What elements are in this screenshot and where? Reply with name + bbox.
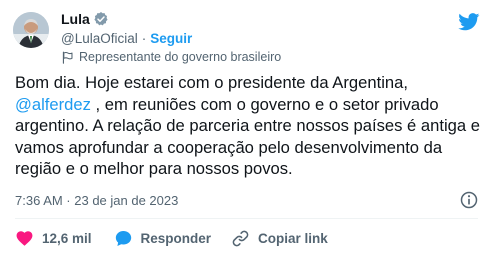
action-bar: 12,6 mil Responder Copiar link (15, 227, 328, 249)
avatar[interactable] (13, 12, 49, 48)
author-handle-row: @LulaOficial · Seguir (61, 29, 192, 47)
reply-button[interactable]: Responder (114, 229, 212, 248)
like-count: 12,6 mil (42, 230, 92, 246)
separator-dot: · (141, 30, 147, 46)
government-label[interactable]: Representante do governo brasileiro (79, 50, 281, 64)
heart-icon (16, 230, 33, 246)
info-icon[interactable] (459, 190, 479, 210)
copy-link-button[interactable]: Copiar link (231, 229, 328, 248)
speech-bubble-icon (115, 230, 131, 246)
tweet-card: Lula @LulaOficial · Seguir Representante… (0, 0, 493, 255)
government-label-row: Representante do governo brasileiro (61, 50, 281, 64)
reply-label: Responder (140, 230, 212, 246)
twitter-bird-icon[interactable] (458, 13, 480, 31)
author-name-row: Lula (61, 10, 109, 28)
follow-button[interactable]: Seguir (150, 31, 192, 46)
author-handle[interactable]: @LulaOficial (61, 31, 138, 46)
mention-link[interactable]: @alferdez (15, 95, 91, 114)
tweet-text-start: Bom dia. Hoje estarei com o presidente d… (15, 73, 408, 92)
tweet-timestamp[interactable]: 7:36 AM · 23 de jan de 2023 (15, 193, 178, 208)
divider (15, 218, 478, 219)
author-display-name[interactable]: Lula (61, 11, 90, 27)
verified-badge-icon (94, 12, 108, 26)
tweet-text: Bom dia. Hoje estarei com o presidente d… (15, 72, 485, 180)
copy-link-label: Copiar link (258, 230, 328, 246)
like-button[interactable]: 12,6 mil (15, 229, 92, 248)
link-icon (232, 230, 249, 246)
government-flag-icon (62, 51, 73, 64)
